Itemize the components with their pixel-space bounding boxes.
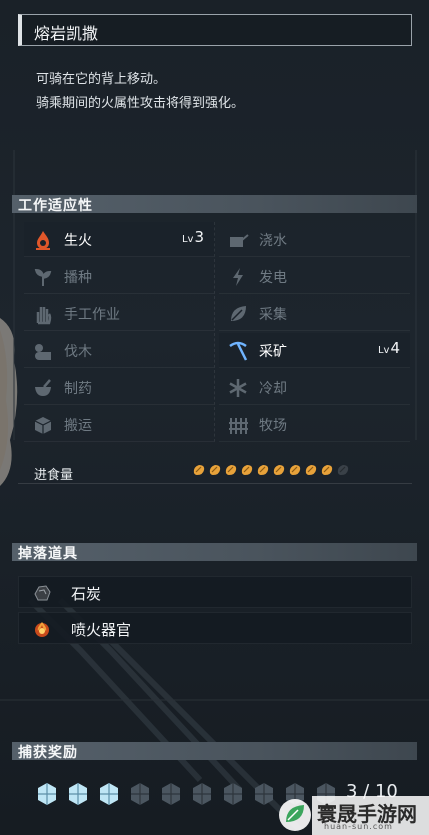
work-item-gathering: 采集 (219, 296, 410, 331)
capture-reward-header: 捕获奖励 (12, 742, 417, 761)
food-icon-filled (193, 465, 205, 475)
lightning-icon (233, 268, 243, 286)
work-item-mining: 采矿 Lv4 (219, 333, 410, 368)
work-item-label: 冷却 (259, 381, 287, 397)
work-item-label: 搬运 (64, 418, 92, 434)
work-item-label: 采集 (259, 307, 287, 323)
work-item-watering: 浇水 (219, 222, 410, 257)
food-icon-filled (209, 465, 221, 475)
capture-gem-empty (162, 783, 180, 805)
work-item-label: 制药 (64, 381, 92, 397)
watermark-leaf-icon (279, 799, 311, 831)
work-item-handiwork: 手工作业 (24, 296, 215, 331)
work-item-label: 发电 (259, 270, 287, 286)
work-item-cooling: 冷却 (219, 370, 410, 405)
work-item-label: 伐木 (64, 344, 92, 360)
food-icon-filled (225, 465, 237, 475)
drops-title: 掉落道具 (18, 546, 78, 562)
sprout-icon (34, 268, 52, 286)
pickaxe-icon (229, 341, 248, 361)
pal-name: 熔岩凯撒 (34, 24, 99, 43)
food-icon-filled (241, 465, 253, 475)
hand-icon (36, 307, 52, 325)
flame-organ-icon (35, 622, 49, 637)
food-consumption-row: 进食量 (18, 461, 412, 484)
work-item-electricity: 发电 (219, 259, 410, 294)
drop-item-coal[interactable]: 石炭 (18, 576, 412, 608)
work-item-label: 手工作业 (64, 307, 120, 323)
capture-gem-empty (131, 783, 149, 805)
watermark-url: huan-sun.com (324, 822, 393, 831)
food-icon-filled (305, 465, 317, 475)
work-item-transporting: 搬运 (24, 407, 215, 442)
drops-header: 掉落道具 (12, 543, 417, 562)
capture-gem-filled (38, 783, 56, 805)
work-item-label: 生火 (64, 233, 92, 249)
fence-icon (229, 418, 248, 434)
watering-can-icon (230, 234, 249, 247)
capture-reward-title: 捕获奖励 (18, 745, 78, 761)
food-meter (192, 463, 350, 481)
food-icon-filled (273, 465, 285, 475)
food-icon-filled (289, 465, 301, 475)
work-item-label: 浇水 (259, 233, 287, 249)
drop-item-flame-organ[interactable]: 喷火器官 (18, 612, 412, 644)
mortar-icon (35, 379, 51, 396)
drop-item-label: 喷火器官 (71, 621, 132, 639)
work-item-lumbering: 伐木 (24, 333, 215, 368)
box-icon (34, 417, 52, 434)
work-item-label: 播种 (64, 270, 92, 286)
food-icon-filled (257, 465, 269, 475)
work-item-label: 采矿 (259, 344, 287, 360)
snowflake-icon (229, 379, 247, 397)
pal-description-line-1: 可骑在它的背上移动。 (36, 72, 167, 87)
capture-gem-empty (224, 783, 242, 805)
watermark-logo: 寰晟手游网 huan-sun.com (272, 796, 429, 835)
capture-gem-filled (100, 783, 118, 805)
work-item-level: Lv3 (181, 228, 204, 246)
logs-icon (35, 344, 51, 360)
work-item-level: Lv4 (377, 339, 400, 357)
coal-icon (34, 585, 51, 601)
work-suitability-title: 工作适应性 (18, 198, 93, 214)
food-icon-empty (337, 465, 349, 475)
food-icon-filled (321, 465, 333, 475)
work-item-farming: 牧场 (219, 407, 410, 442)
capture-gem-filled (69, 783, 87, 805)
work-item-medicine: 制药 (24, 370, 215, 405)
pal-name-box: 熔岩凯撒 (18, 14, 412, 46)
work-suitability-header: 工作适应性 (12, 195, 417, 214)
fire-icon (36, 231, 50, 250)
capture-gem-empty (193, 783, 211, 805)
work-item-planting: 播种 (24, 259, 215, 294)
leaf-icon (231, 306, 246, 321)
food-consumption-label: 进食量 (34, 468, 74, 483)
work-item-label: 牧场 (259, 418, 287, 434)
work-item-kindling: 生火 Lv3 (24, 222, 215, 257)
drop-item-label: 石炭 (71, 585, 102, 603)
pal-description-line-2: 骑乘期间的火属性攻击将得到强化。 (36, 96, 245, 111)
